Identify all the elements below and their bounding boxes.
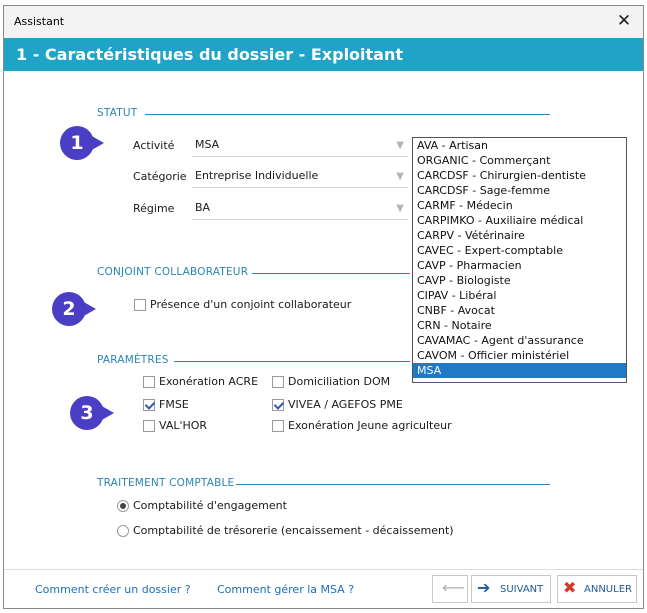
step-badge-1: 1 (60, 126, 94, 160)
dropdown-option[interactable]: CAVOM - Officier ministériel (413, 348, 626, 363)
fmse-checkbox[interactable] (143, 399, 155, 411)
regime-select[interactable]: BA ▼ (192, 197, 408, 220)
dropdown-option[interactable]: CAVP - Biologiste (413, 273, 626, 288)
activite-select[interactable]: MSA ▼ (192, 134, 408, 157)
badge-pointer (100, 405, 114, 421)
vivea-checkbox[interactable] (272, 399, 284, 411)
engagement-radio[interactable] (117, 500, 129, 512)
section-label-parametres: PARAMÈTRES (97, 354, 169, 366)
page-title: 1 - Caractéristiques du dossier - Exploi… (4, 38, 643, 71)
dropdown-option[interactable]: CAVP - Pharmacien (413, 258, 626, 273)
regime-label: Régime (133, 202, 175, 215)
valhor-checkbox[interactable] (143, 420, 155, 432)
suivant-button[interactable]: ➔ SUIVANT (471, 575, 551, 603)
section-divider (236, 484, 550, 485)
engagement-label: Comptabilité d'engagement (133, 499, 287, 512)
annuler-label: ANNULER (584, 584, 632, 595)
dropdown-option[interactable]: MSA (413, 363, 626, 378)
title-bar: Assistant ✕ (4, 6, 643, 38)
section-label-statut: STATUT (97, 107, 138, 119)
dropdown-option[interactable]: CAVAMAC - Agent d'assurance (413, 333, 626, 348)
dropdown-option[interactable]: CAVEC - Expert-comptable (413, 243, 626, 258)
footer-divider (4, 569, 643, 570)
dropdown-option[interactable]: CARMF - Médecin (413, 198, 626, 213)
badge-pointer (82, 301, 96, 317)
fmse-label: FMSE (159, 398, 189, 411)
categorie-select[interactable]: Entreprise Individuelle ▼ (192, 165, 408, 188)
section-label-traitement: TRAITEMENT COMPTABLE (97, 477, 235, 489)
activite-label: Activité (133, 139, 175, 152)
step-badge-2: 2 (52, 292, 86, 326)
dropdown-option[interactable]: ORGANIC - Commerçant (413, 153, 626, 168)
step-badge-3: 3 (70, 396, 104, 430)
chevron-down-icon: ▼ (396, 171, 404, 182)
dropdown-option[interactable]: CARCDSF - Sage-femme (413, 183, 626, 198)
section-label-conjoint: CONJOINT COLLABORATEUR (97, 266, 249, 278)
tresorerie-label: Comptabilité de trésorerie (encaissement… (133, 524, 454, 537)
conjoint-checkbox[interactable] (134, 299, 146, 311)
assistant-window: Assistant ✕ 1 - Caractéristiques du doss… (3, 5, 644, 609)
annuler-button[interactable]: ✖ ANNULER (557, 575, 637, 603)
categorie-label: Catégorie (133, 170, 187, 183)
valhor-label: VAL'HOR (159, 419, 208, 432)
help-link-creer-dossier[interactable]: Comment créer un dossier ? (35, 583, 191, 596)
section-divider (145, 114, 550, 115)
dropdown-option[interactable]: CARPV - Vétérinaire (413, 228, 626, 243)
categorie-value: Entreprise Individuelle (195, 169, 319, 182)
chevron-down-icon: ▼ (396, 140, 404, 151)
vivea-label: VIVEA / AGEFOS PME (288, 398, 403, 411)
exoneration-jeune-checkbox[interactable] (272, 420, 284, 432)
dropdown-option[interactable]: CNBF - Avocat (413, 303, 626, 318)
exoneration-acre-checkbox[interactable] (143, 376, 155, 388)
conjoint-label: Présence d'un conjoint collaborateur (150, 298, 352, 311)
help-link-gerer-msa[interactable]: Comment gérer la MSA ? (217, 583, 354, 596)
close-icon: ✖ (563, 578, 577, 597)
section-divider (252, 273, 410, 274)
dropdown-option[interactable]: CARPIMKO - Auxiliaire médical (413, 213, 626, 228)
domiciliation-dom-checkbox[interactable] (272, 376, 284, 388)
dropdown-option[interactable]: AVA - Artisan (413, 138, 626, 153)
suivant-label: SUIVANT (500, 584, 544, 595)
domiciliation-dom-label: Domiciliation DOM (288, 375, 391, 388)
dropdown-option[interactable]: CIPAV - Libéral (413, 288, 626, 303)
tresorerie-radio[interactable] (117, 525, 129, 537)
arrow-right-icon: ➔ (477, 578, 491, 597)
exoneration-acre-label: Exonération ACRE (159, 375, 259, 388)
window-title: Assistant (14, 15, 65, 28)
section-divider (174, 361, 410, 362)
arrow-left-icon: ⟵ (442, 578, 465, 597)
exoneration-jeune-label: Exonération Jeune agriculteur (288, 419, 452, 432)
activite-dropdown-list[interactable]: AVA - Artisan ORGANIC - Commerçant CARCDSF… (412, 137, 627, 383)
dropdown-option[interactable]: CRN - Notaire (413, 318, 626, 333)
back-button[interactable]: ⟵ (432, 575, 468, 603)
chevron-down-icon: ▼ (396, 203, 404, 214)
close-icon[interactable]: ✕ (613, 11, 635, 33)
regime-value: BA (195, 201, 211, 214)
badge-pointer (90, 135, 104, 151)
activite-value: MSA (195, 138, 220, 151)
dropdown-option[interactable]: CARCDSF - Chirurgien-dentiste (413, 168, 626, 183)
